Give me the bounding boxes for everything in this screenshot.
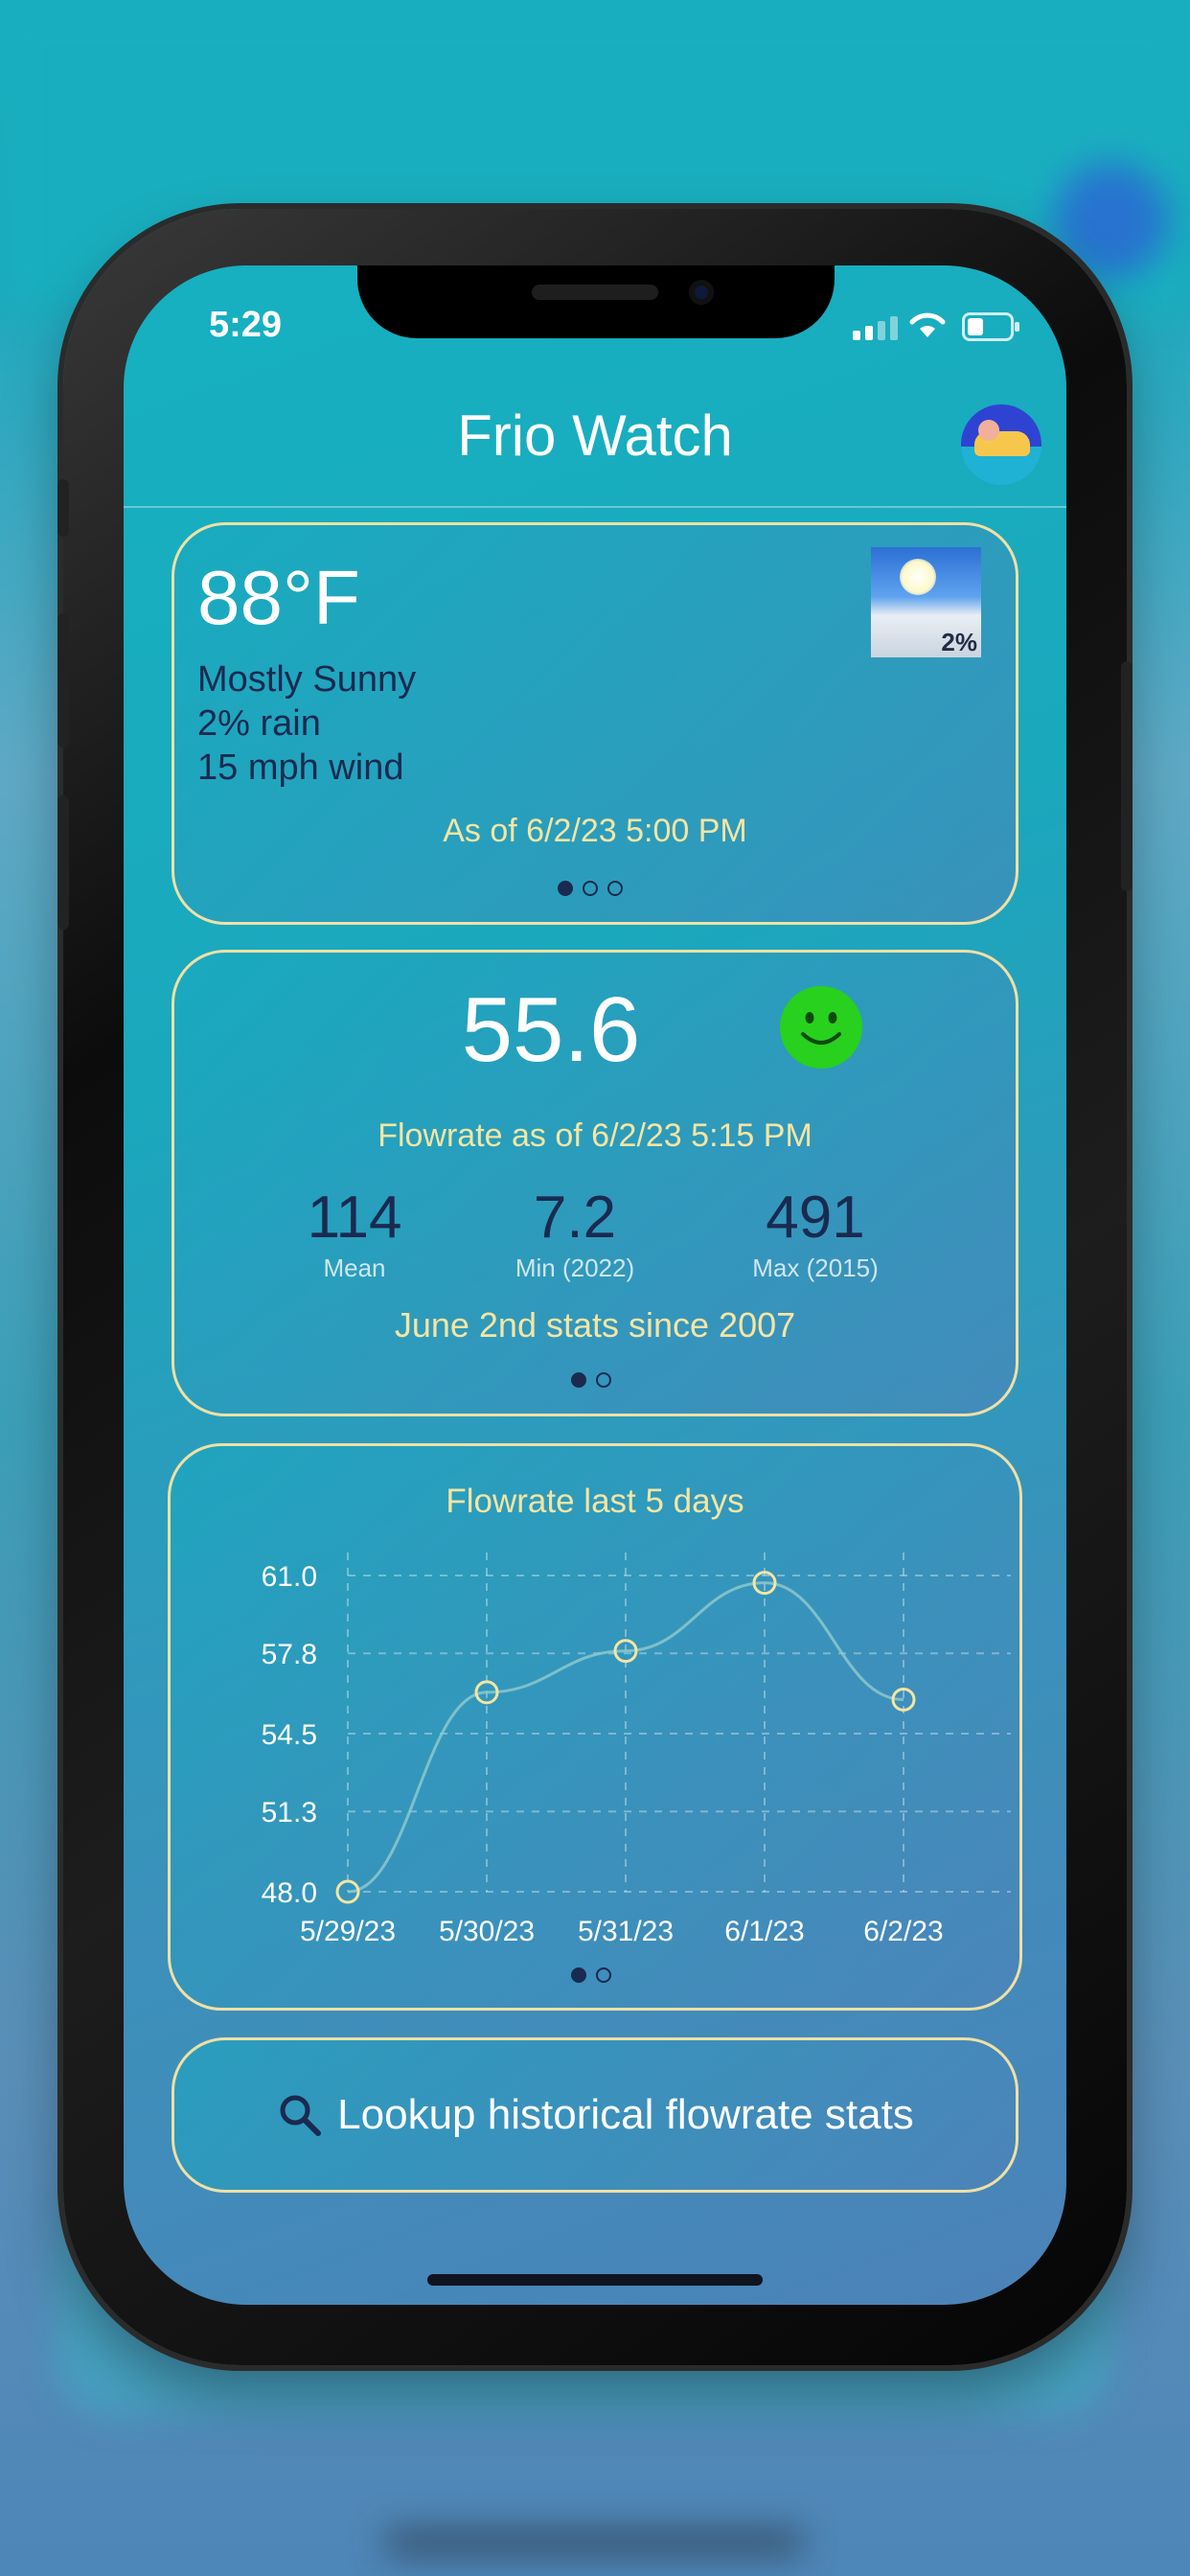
temperature: 88°F: [197, 555, 360, 640]
cellular-signal-icon: [853, 316, 898, 340]
page-dot[interactable]: [558, 881, 573, 896]
search-icon: [280, 2095, 322, 2136]
flowrate-page-dots[interactable]: [571, 1372, 611, 1388]
weather-as-of: As of 6/2/23 5:00 PM: [443, 813, 747, 849]
page-dot[interactable]: [583, 881, 598, 896]
x-tick-label: 6/2/23: [863, 1916, 943, 1947]
smiley-face-icon: [780, 986, 862, 1069]
stat-min-value: 7.2: [533, 1184, 617, 1251]
status-time: 5:29: [209, 305, 283, 345]
stat-max-label: Max (2015): [752, 1254, 879, 1282]
flowrate-as-of: Flowrate as of 6/2/23 5:15 PM: [378, 1117, 812, 1154]
wind-speed: 15 mph wind: [197, 748, 404, 788]
chart-title: Flowrate last 5 days: [446, 1483, 744, 1520]
mute-switch: [57, 479, 69, 537]
weather-icon-badge: 2%: [941, 628, 977, 656]
stat-mean-label: Mean: [323, 1254, 386, 1282]
front-camera: [689, 280, 714, 305]
speaker: [532, 285, 658, 300]
sunny-clouds-icon: 2%: [871, 547, 981, 657]
power-button: [1121, 661, 1133, 891]
stat-min-label: Min (2022): [515, 1254, 635, 1282]
profile-avatar[interactable]: [961, 404, 1041, 485]
weather-condition: Mostly Sunny: [197, 659, 417, 700]
x-tick-label: 5/31/23: [578, 1916, 674, 1947]
y-tick-label: 61.0: [262, 1561, 317, 1593]
volume-up-button: [57, 613, 69, 748]
page-dot[interactable]: [571, 1372, 586, 1388]
rain-chance: 2% rain: [197, 703, 321, 744]
lookup-button-label: Lookup historical flowrate stats: [337, 2091, 914, 2138]
page-dot[interactable]: [596, 1372, 611, 1388]
page-dot[interactable]: [596, 1967, 611, 1983]
x-tick-label: 6/1/23: [724, 1916, 804, 1947]
y-tick-label: 54.5: [262, 1719, 317, 1751]
lookup-historical-button[interactable]: Lookup historical flowrate stats: [172, 2037, 1018, 2193]
chart-page-dots[interactable]: [571, 1967, 611, 1983]
stat-max-value: 491: [766, 1184, 865, 1251]
battery-icon: [962, 312, 1019, 341]
y-tick-label: 51.3: [262, 1797, 317, 1828]
notch: [357, 265, 835, 338]
home-indicator[interactable]: [427, 2274, 763, 2286]
volume-down-button: [57, 795, 69, 930]
app-title: Frio Watch: [457, 403, 733, 468]
weather-page-dots[interactable]: [558, 881, 623, 896]
stats-since: June 2nd stats since 2007: [394, 1305, 796, 1345]
flowrate-line-chart: 61.0 57.8 54.5 51.3 48.0 5/29/23 5/30/23 5/31/2…: [262, 1552, 1011, 1947]
wifi-icon: [909, 312, 946, 337]
y-tick-label: 48.0: [262, 1877, 317, 1909]
stat-mean-value: 114: [307, 1184, 402, 1251]
nav-divider: [124, 506, 1066, 508]
x-tick-label: 5/29/23: [300, 1916, 396, 1947]
page-dot[interactable]: [571, 1967, 586, 1983]
y-tick-label: 57.8: [262, 1639, 317, 1670]
x-tick-label: 5/30/23: [439, 1916, 535, 1947]
page-dot[interactable]: [607, 881, 623, 896]
